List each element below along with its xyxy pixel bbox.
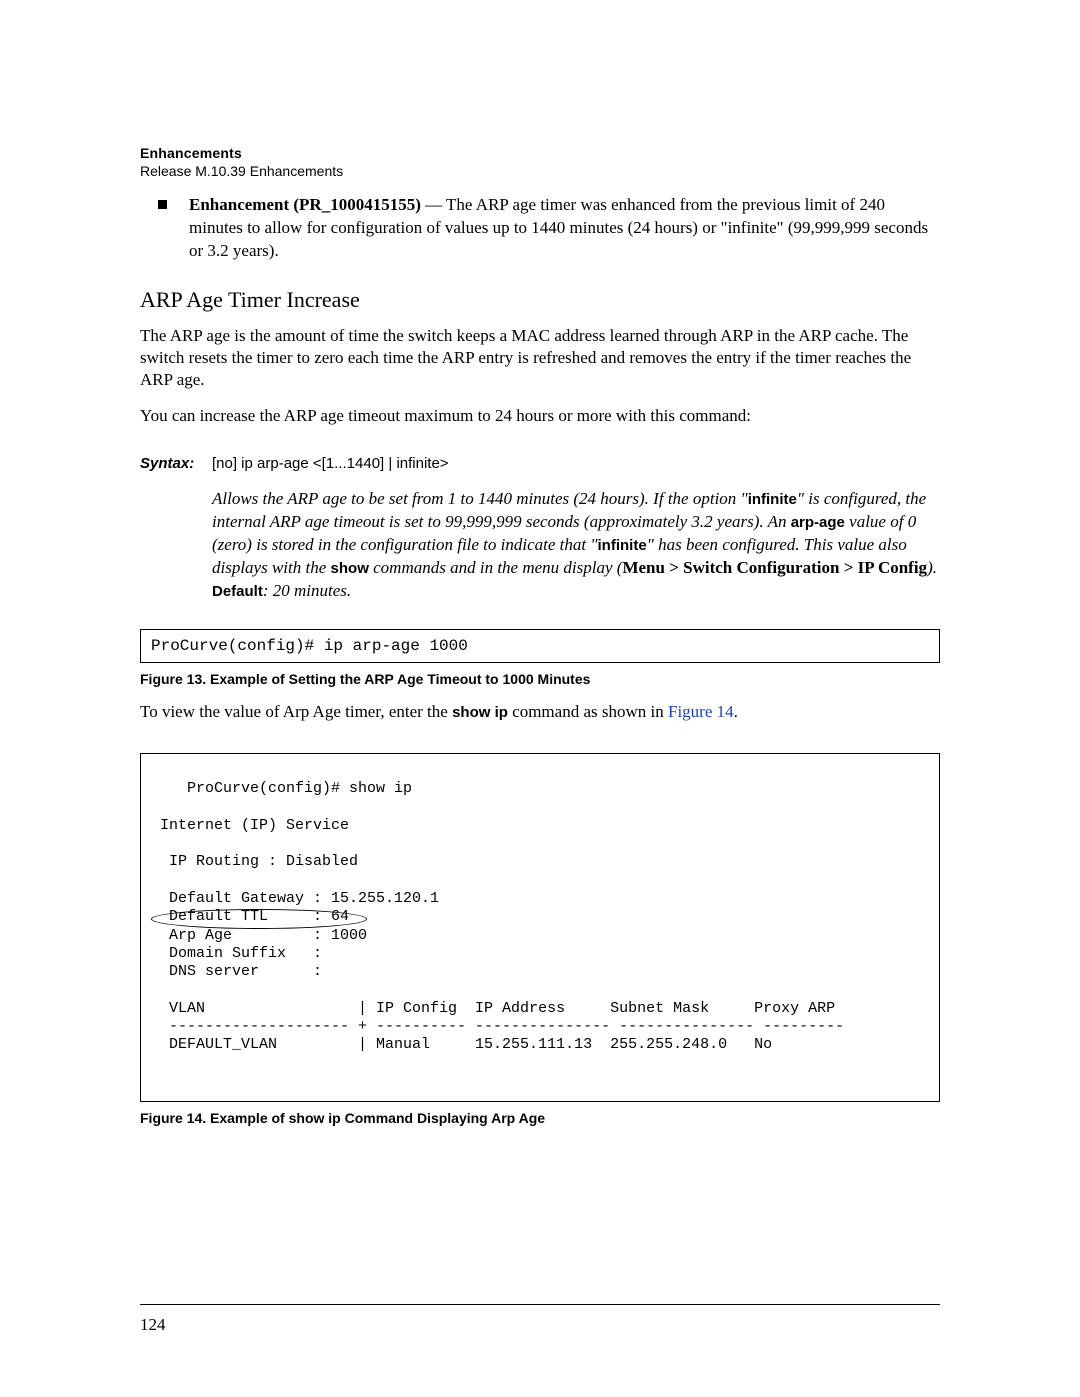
default-label: Default: [212, 583, 263, 600]
desc-text: commands and in the menu display (: [369, 558, 623, 577]
default-value: : 20 minutes.: [263, 581, 351, 600]
desc-text: ).: [927, 558, 937, 577]
kw-show-ip: show ip: [452, 704, 508, 721]
figure-14-link[interactable]: Figure 14: [668, 702, 734, 721]
kw-infinite: infinite: [598, 537, 647, 554]
header-title: Enhancements: [140, 145, 940, 163]
page: Enhancements Release M.10.39 Enhancement…: [0, 0, 1080, 1397]
kw-show: show: [331, 560, 369, 577]
syntax-description: Allows the ARP age to be set from 1 to 1…: [212, 488, 940, 603]
syntax-command: [no] ip arp-age <[1...1440] | infinite>: [212, 455, 449, 472]
syntax-label: Syntax:: [140, 455, 212, 472]
kw-infinite: infinite: [748, 491, 797, 508]
code-figure-13: ProCurve(config)# ip arp-age 1000: [140, 629, 940, 663]
code-content: ProCurve(config)# show ip Internet (IP) …: [151, 780, 844, 1053]
bullet-text: Enhancement (PR_1000415155) — The ARP ag…: [189, 194, 940, 263]
page-number: 124: [140, 1315, 166, 1335]
footer-rule: [140, 1304, 940, 1305]
section-heading: ARP Age Timer Increase: [140, 287, 940, 313]
enhancement-bullet: Enhancement (PR_1000415155) — The ARP ag…: [158, 194, 940, 263]
header-subtitle: Release M.10.39 Enhancements: [140, 163, 940, 181]
paragraph-3: To view the value of Arp Age timer, ente…: [140, 701, 940, 723]
paragraph-1: The ARP age is the amount of time the sw…: [140, 325, 940, 391]
menu-path: Menu > Switch Configuration > IP Config: [622, 558, 927, 577]
page-header: Enhancements Release M.10.39 Enhancement…: [140, 145, 940, 180]
square-bullet-icon: [158, 200, 167, 209]
syntax-row: Syntax: [no] ip arp-age <[1...1440] | in…: [140, 455, 940, 472]
paragraph-2: You can increase the ARP age timeout max…: [140, 405, 940, 427]
code-figure-14: ProCurve(config)# show ip Internet (IP) …: [140, 753, 940, 1102]
desc-text: Allows the ARP age to be set from 1 to 1…: [212, 489, 748, 508]
bullet-lead: Enhancement (PR_1000415155): [189, 195, 421, 214]
p3-pre: To view the value of Arp Age timer, ente…: [140, 702, 452, 721]
syntax-block: Syntax: [no] ip arp-age <[1...1440] | in…: [140, 455, 940, 603]
p3-mid: command as shown in: [508, 702, 668, 721]
kw-arp-age: arp-age: [791, 514, 845, 531]
figure-14-caption: Figure 14. Example of show ip Command Di…: [140, 1110, 940, 1126]
p3-end: .: [734, 702, 738, 721]
figure-13-caption: Figure 13. Example of Setting the ARP Ag…: [140, 671, 940, 687]
